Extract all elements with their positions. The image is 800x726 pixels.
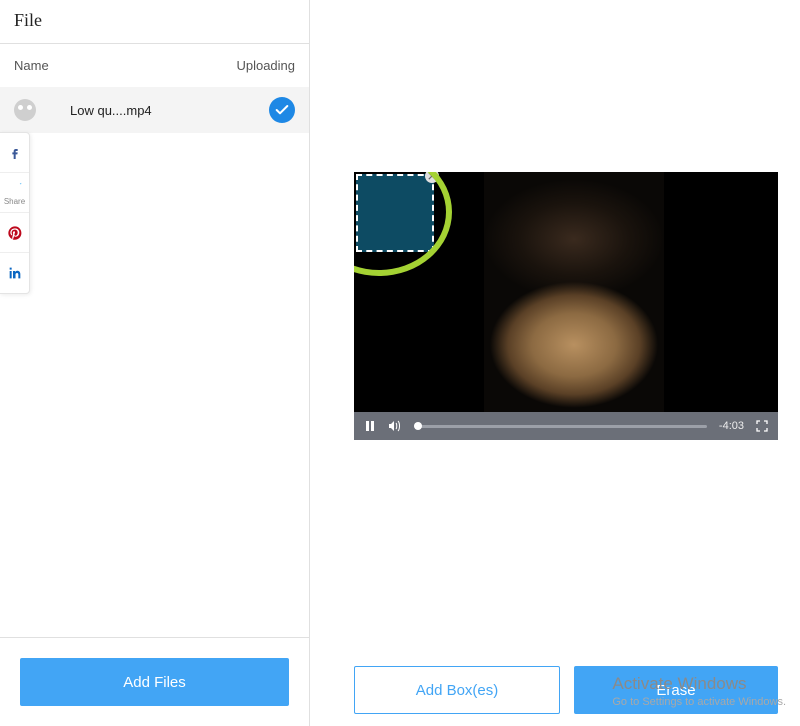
- editor-footer: Add Box(es) Erase: [354, 666, 778, 714]
- mask-box-close-button[interactable]: [425, 172, 439, 183]
- share-pinterest-button[interactable]: [0, 213, 29, 253]
- share-twitter-button[interactable]: Share: [0, 173, 29, 213]
- twitter-icon: [7, 180, 23, 196]
- file-panel-footer: Add Files: [0, 637, 309, 726]
- column-status-label: Uploading: [236, 58, 295, 73]
- mask-box[interactable]: [356, 174, 434, 252]
- video-content: [484, 172, 664, 412]
- pinterest-icon: [7, 225, 23, 241]
- linkedin-icon: [7, 265, 23, 281]
- volume-icon: [388, 420, 402, 432]
- close-icon: [428, 172, 436, 180]
- volume-button[interactable]: [388, 420, 402, 432]
- share-facebook-button[interactable]: [0, 133, 29, 173]
- fullscreen-icon: [756, 420, 768, 432]
- add-files-button[interactable]: Add Files: [20, 658, 289, 706]
- file-panel-heading: File: [0, 0, 309, 44]
- pause-button[interactable]: [364, 420, 376, 432]
- editor-panel: -4:03 Add Box(es) Erase Activate Windows…: [310, 0, 800, 726]
- spacer: [0, 133, 309, 637]
- facebook-icon: [7, 145, 23, 161]
- file-panel: File Name Uploading Low qu....mp4 Add Fi…: [0, 0, 310, 726]
- file-row[interactable]: Low qu....mp4: [0, 87, 309, 133]
- file-name-label: Low qu....mp4: [48, 103, 257, 118]
- video-progress-bar[interactable]: [414, 425, 707, 428]
- video-area: -4:03: [354, 172, 778, 440]
- upload-complete-icon: [269, 97, 295, 123]
- erase-button[interactable]: Erase: [574, 666, 778, 714]
- add-boxes-button[interactable]: Add Box(es): [354, 666, 560, 714]
- share-twitter-label: Share: [4, 197, 25, 206]
- video-time-remaining: -4:03: [719, 420, 744, 432]
- pause-icon: [364, 420, 376, 432]
- share-linkedin-button[interactable]: [0, 253, 29, 293]
- column-name-label: Name: [14, 58, 49, 73]
- file-table-header: Name Uploading: [0, 44, 309, 87]
- file-thumbnail-icon: [14, 99, 36, 121]
- fullscreen-button[interactable]: [756, 420, 768, 432]
- video-frame[interactable]: [354, 172, 778, 412]
- share-rail: Share: [0, 132, 30, 294]
- video-controls: -4:03: [354, 412, 778, 440]
